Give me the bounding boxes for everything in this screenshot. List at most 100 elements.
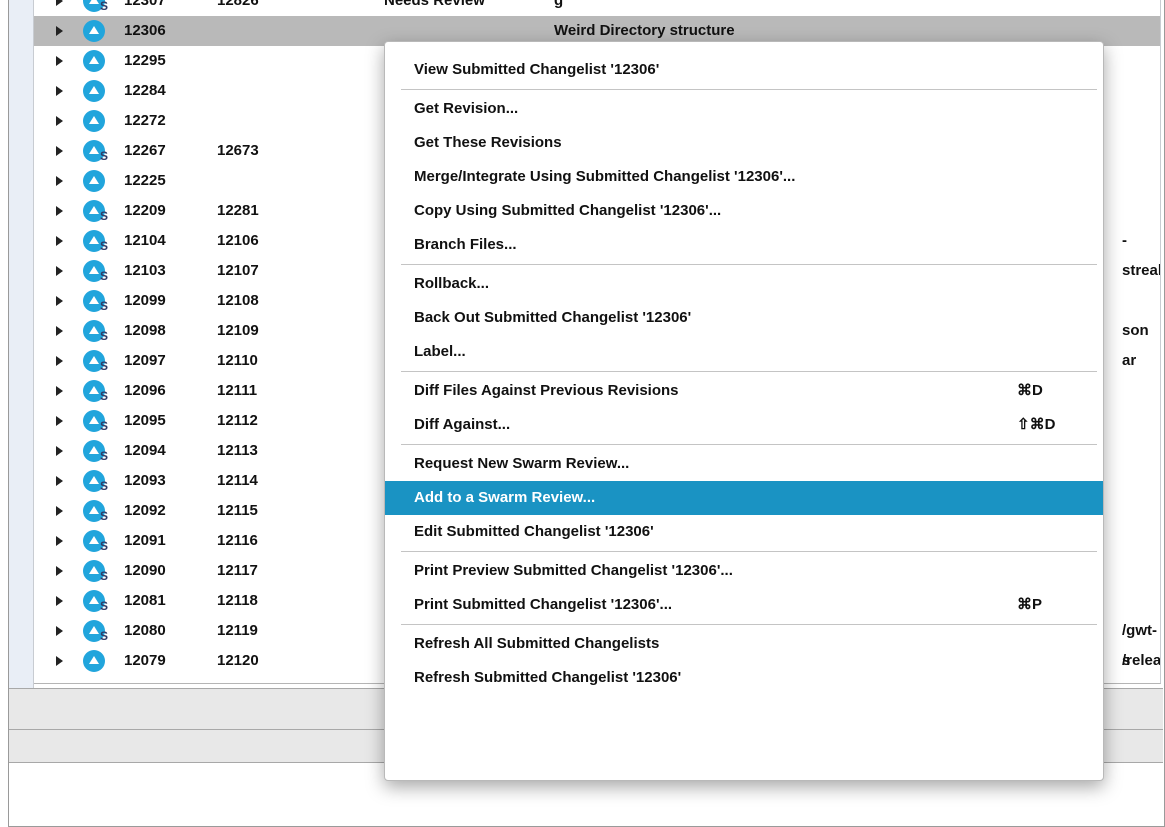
shelved-badge-icon: S (100, 419, 109, 433)
menu-item-get-revision[interactable]: Get Revision... (385, 92, 1103, 126)
menu-item-label: Print Submitted Changelist '12306'... (414, 596, 673, 613)
changelist-icon: S (83, 230, 108, 252)
expand-arrow-icon[interactable] (56, 296, 63, 306)
menu-separator (401, 371, 1097, 372)
keyboard-shortcut: ⌘D (1017, 382, 1043, 399)
review-id: 12115 (217, 502, 258, 519)
shelved-badge-icon: S (100, 599, 109, 613)
changelist-id: 12080 (124, 622, 166, 639)
changelist-icon: S (83, 290, 108, 312)
menu-item-label: Diff Against... (414, 416, 511, 433)
menu-item-label: Copy Using Submitted Changelist '12306'.… (414, 202, 722, 219)
changelist-icon: S (83, 440, 108, 462)
changelist-path: /releas (1122, 652, 1161, 669)
keyboard-shortcut: ⌘P (1017, 596, 1043, 613)
menu-item-label[interactable]: Label... (385, 335, 1103, 369)
expand-arrow-icon[interactable] (56, 0, 63, 6)
table-row[interactable]: S 12307 12826 Needs Review g (34, 0, 1160, 16)
changelist-icon: S (83, 380, 108, 402)
shelved-badge-icon: S (100, 509, 109, 523)
menu-item-get-these-revisions[interactable]: Get These Revisions (385, 126, 1103, 160)
changelist-id: 12099 (124, 292, 166, 309)
expand-arrow-icon[interactable] (56, 176, 63, 186)
menu-item-label: Refresh All Submitted Changelists (414, 635, 660, 652)
review-id: 12116 (217, 532, 258, 549)
menu-item-label: Label... (414, 343, 466, 360)
context-menu: View Submitted Changelist '12306' Get Rev… (384, 41, 1104, 781)
expand-arrow-icon[interactable] (56, 566, 63, 576)
changelist-id: 12097 (124, 352, 166, 369)
menu-item-label: Add to a Swarm Review... (414, 489, 596, 506)
changelist-icon: S (83, 500, 109, 523)
changelist-id: 12095 (124, 412, 166, 429)
expand-arrow-icon[interactable] (56, 56, 63, 66)
review-id: 12109 (217, 322, 259, 339)
menu-item-label: Branch Files... (414, 236, 517, 253)
review-id: 12113 (217, 442, 258, 459)
menu-item-label: Refresh Submitted Changelist '12306' (414, 669, 682, 686)
review-id: 12117 (217, 562, 258, 579)
expand-arrow-icon[interactable] (56, 236, 63, 246)
expand-arrow-icon[interactable] (56, 206, 63, 216)
menu-item-request-swarm-review[interactable]: Request New Swarm Review... (385, 447, 1103, 481)
shelved-badge-icon: S (100, 629, 109, 643)
changelist-id: 12295 (124, 52, 166, 69)
changelist-icon (83, 650, 105, 672)
changelist-id: 12284 (124, 82, 166, 99)
menu-item-diff-against[interactable]: Diff Against... ⇧⌘D (385, 408, 1103, 442)
menu-item-copy-using-changelist[interactable]: Copy Using Submitted Changelist '12306'.… (385, 194, 1103, 228)
expand-arrow-icon[interactable] (56, 536, 63, 546)
menu-item-back-out-changelist[interactable]: Back Out Submitted Changelist '12306' (385, 301, 1103, 335)
expand-arrow-icon[interactable] (56, 146, 63, 156)
expand-arrow-icon[interactable] (56, 326, 63, 336)
changelist-icon: S (83, 590, 109, 613)
expand-arrow-icon[interactable] (56, 596, 63, 606)
expand-arrow-icon[interactable] (56, 416, 63, 426)
changelist-id: 12094 (124, 442, 166, 459)
menu-item-view-submitted-changelist[interactable]: View Submitted Changelist '12306' (385, 53, 1103, 87)
menu-item-merge-integrate[interactable]: Merge/Integrate Using Submitted Changeli… (385, 160, 1103, 194)
expand-arrow-icon[interactable] (56, 26, 63, 36)
changelist-id: 12091 (124, 532, 166, 549)
menu-item-refresh-changelist[interactable]: Refresh Submitted Changelist '12306' (385, 661, 1103, 695)
expand-arrow-icon[interactable] (56, 356, 63, 366)
changelist-icon (83, 50, 105, 72)
expand-arrow-icon[interactable] (56, 626, 63, 636)
menu-item-label: Get Revision... (414, 100, 519, 117)
changelist-icon: S (83, 620, 109, 643)
menu-item-refresh-all-changelists[interactable]: Refresh All Submitted Changelists (385, 627, 1103, 661)
changelist-id: 12225 (124, 172, 166, 189)
menu-separator (401, 264, 1097, 265)
menu-item-print-changelist[interactable]: Print Submitted Changelist '12306'... ⌘P (385, 588, 1103, 622)
menu-item-edit-submitted-changelist[interactable]: Edit Submitted Changelist '12306' (385, 515, 1103, 549)
menu-item-rollback[interactable]: Rollback... (385, 267, 1103, 301)
changelist-id: 12272 (124, 112, 166, 129)
changelist-icon: S (83, 260, 108, 282)
changelist-icon (83, 80, 105, 102)
expand-arrow-icon[interactable] (56, 656, 63, 666)
review-id: 12107 (217, 262, 259, 279)
menu-item-add-to-swarm-review[interactable]: Add to a Swarm Review... (385, 481, 1103, 515)
expand-arrow-icon[interactable] (56, 266, 63, 276)
menu-item-print-preview[interactable]: Print Preview Submitted Changelist '1230… (385, 554, 1103, 588)
review-id: 12110 (217, 352, 258, 369)
review-id: 12118 (217, 592, 258, 609)
changelist-icon: S (83, 530, 109, 553)
menu-item-label: Rollback... (414, 275, 490, 292)
review-id: 12112 (217, 412, 258, 429)
menu-item-diff-previous-revisions[interactable]: Diff Files Against Previous Revisions ⌘D (385, 374, 1103, 408)
changelist-icon: S (83, 140, 108, 162)
review-status: Needs Review (384, 0, 485, 9)
shelved-badge-icon: S (100, 209, 109, 223)
changelist-id: 12092 (124, 502, 166, 519)
shelved-badge-icon: S (100, 539, 109, 553)
expand-arrow-icon[interactable] (56, 86, 63, 96)
expand-arrow-icon[interactable] (56, 386, 63, 396)
expand-arrow-icon[interactable] (56, 116, 63, 126)
menu-item-branch-files[interactable]: Branch Files... (385, 228, 1103, 262)
expand-arrow-icon[interactable] (56, 476, 63, 486)
expand-arrow-icon[interactable] (56, 446, 63, 456)
changelist-icon: S (83, 320, 108, 342)
menu-item-label: Request New Swarm Review... (414, 455, 630, 472)
expand-arrow-icon[interactable] (56, 506, 63, 516)
